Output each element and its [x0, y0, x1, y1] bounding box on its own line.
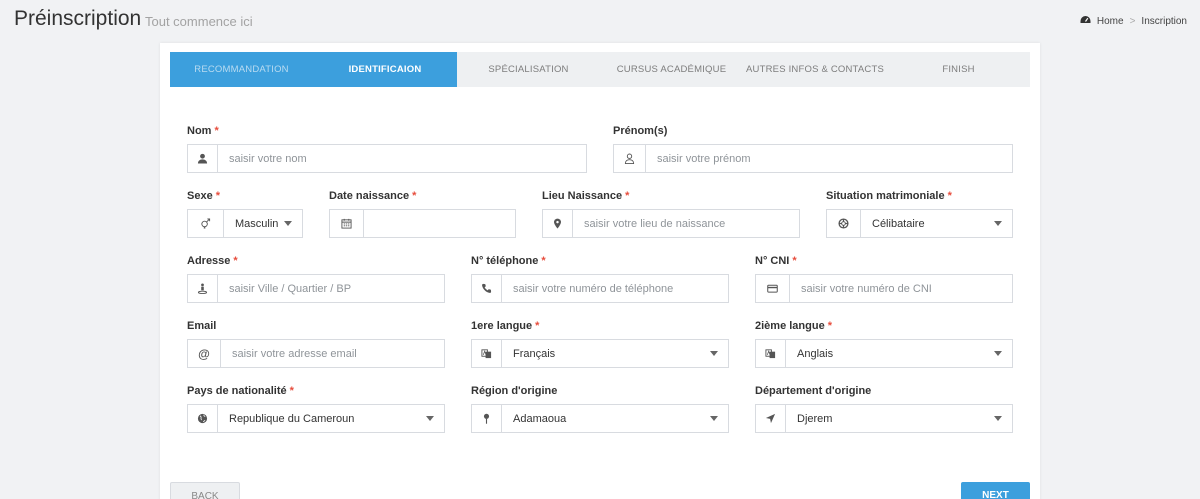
- situation-label: Situation matrimoniale *: [826, 190, 952, 202]
- pays-select[interactable]: Republique du Cameroun: [187, 404, 445, 433]
- email-input[interactable]: saisir votre adresse email: [221, 348, 357, 360]
- sexe-value: Masculin: [235, 217, 279, 230]
- departement-label: Département d'origine: [755, 385, 872, 397]
- pays-value: Republique du Cameroun: [229, 412, 355, 425]
- langue2-label: 2ième langue *: [755, 320, 832, 332]
- sexe-label: Sexe *: [187, 190, 220, 202]
- adresse-input[interactable]: saisir Ville / Quartier / BP: [218, 283, 351, 295]
- at-icon: @: [188, 340, 221, 367]
- language-icon: [756, 340, 786, 367]
- sexe-select[interactable]: Masculin: [187, 209, 303, 238]
- step-autres-infos[interactable]: AUTRES INFOS & CONTACTS: [743, 52, 887, 87]
- situation-select[interactable]: Célibataire: [826, 209, 1013, 238]
- step-cursus-academique[interactable]: CURSUS ACADÉMIQUE: [600, 52, 743, 87]
- email-label: Email: [187, 320, 217, 332]
- wizard-steps: RECOMMANDATION IDENTIFICAION SPÉCIALISAT…: [170, 52, 1030, 87]
- langue1-select[interactable]: Français: [471, 339, 729, 368]
- id-card-icon: [756, 275, 790, 302]
- nom-input[interactable]: saisir votre nom: [218, 153, 307, 165]
- email-field[interactable]: @ saisir votre adresse email: [187, 339, 445, 368]
- user-icon: [188, 145, 218, 172]
- nom-label: Nom *: [187, 125, 219, 137]
- langue1-label: 1ere langue *: [471, 320, 540, 332]
- chevron-down-icon: [284, 221, 292, 226]
- location-arrow-icon: [756, 405, 786, 432]
- prenom-field[interactable]: saisir votre prénom: [613, 144, 1013, 173]
- dashboard-icon: [1080, 15, 1091, 28]
- language-icon: [472, 340, 502, 367]
- cni-input[interactable]: saisir votre numéro de CNI: [790, 283, 932, 295]
- chevron-down-icon: [710, 351, 718, 356]
- breadcrumb-separator: >: [1129, 16, 1136, 27]
- chevron-down-icon: [426, 416, 434, 421]
- step-identification[interactable]: IDENTIFICAION: [313, 52, 457, 87]
- region-value: Adamaoua: [513, 412, 567, 425]
- map-pin-icon: [472, 405, 502, 432]
- map-marker-icon: [543, 210, 573, 237]
- page-subtitle: Tout commence ici: [145, 14, 253, 29]
- pays-label: Pays de nationalité *: [187, 385, 294, 397]
- lieu-naissance-input[interactable]: saisir votre lieu de naissance: [573, 218, 725, 230]
- region-label: Région d'origine: [471, 385, 558, 397]
- chevron-down-icon: [994, 416, 1002, 421]
- calendar-icon: [330, 210, 364, 237]
- cni-label: N° CNI *: [755, 255, 797, 267]
- breadcrumb-home-link[interactable]: Home: [1097, 16, 1124, 27]
- lieu-naissance-label: Lieu Naissance *: [542, 190, 630, 202]
- region-select[interactable]: Adamaoua: [471, 404, 729, 433]
- page-title: Préinscription: [14, 7, 142, 30]
- prenom-input[interactable]: saisir votre prénom: [646, 153, 751, 165]
- date-naissance-field[interactable]: [329, 209, 516, 238]
- telephone-field[interactable]: saisir votre numéro de téléphone: [471, 274, 729, 303]
- date-naissance-label: Date naissance *: [329, 190, 417, 202]
- gender-icon: [188, 210, 224, 237]
- langue1-value: Français: [513, 347, 556, 360]
- wizard-card: RECOMMANDATION IDENTIFICAION SPÉCIALISAT…: [160, 43, 1040, 499]
- chevron-down-icon: [994, 221, 1002, 226]
- langue2-select[interactable]: Anglais: [755, 339, 1013, 368]
- chevron-down-icon: [710, 416, 718, 421]
- breadcrumb: Home > Inscription: [1080, 15, 1187, 28]
- cni-field[interactable]: saisir votre numéro de CNI: [755, 274, 1013, 303]
- globe-icon: [188, 405, 218, 432]
- phone-icon: [472, 275, 502, 302]
- lieu-naissance-field[interactable]: saisir votre lieu de naissance: [542, 209, 800, 238]
- departement-value: Djerem: [797, 412, 833, 425]
- chevron-down-icon: [994, 351, 1002, 356]
- step-recommandation[interactable]: RECOMMANDATION: [170, 52, 313, 87]
- situation-value: Célibataire: [872, 217, 925, 230]
- langue2-value: Anglais: [797, 347, 834, 360]
- nom-field[interactable]: saisir votre nom: [187, 144, 587, 173]
- adresse-label: Adresse *: [187, 255, 238, 267]
- life-ring-icon: [827, 210, 861, 237]
- adresse-field[interactable]: saisir Ville / Quartier / BP: [187, 274, 445, 303]
- street-view-icon: [188, 275, 218, 302]
- next-button[interactable]: NEXT: [961, 482, 1030, 499]
- back-button[interactable]: BACK: [170, 482, 240, 499]
- breadcrumb-current: Inscription: [1141, 16, 1187, 27]
- telephone-label: N° téléphone *: [471, 255, 546, 267]
- prenom-label: Prénom(s): [613, 125, 668, 137]
- user-outline-icon: [614, 145, 646, 172]
- step-finish[interactable]: FINISH: [887, 52, 1030, 87]
- step-specialisation[interactable]: SPÉCIALISATION: [457, 52, 600, 87]
- departement-select[interactable]: Djerem: [755, 404, 1013, 433]
- telephone-input[interactable]: saisir votre numéro de téléphone: [502, 283, 673, 295]
